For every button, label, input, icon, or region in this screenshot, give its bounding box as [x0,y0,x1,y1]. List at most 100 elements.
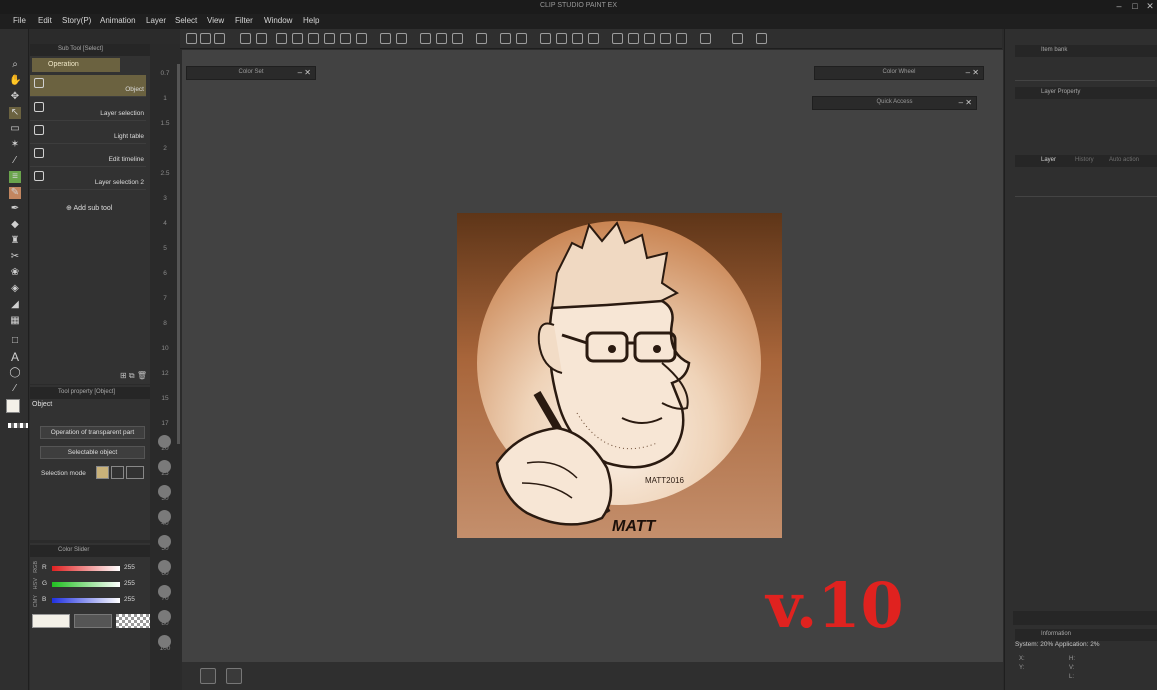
green-track[interactable] [52,582,120,587]
slider-red[interactable]: R 255 [40,564,150,574]
object-tool-icon[interactable]: ↖ [9,107,21,119]
settings-icon[interactable] [644,33,655,44]
brush-size-preview[interactable] [158,610,171,623]
zoom-level-label[interactable]: 4 [158,220,172,227]
undo-icon[interactable] [240,33,251,44]
zoom-out-icon[interactable] [556,33,567,44]
zoom-level-label[interactable]: 2.5 [158,170,172,177]
fill-icon[interactable] [308,33,319,44]
eraser-tool-icon[interactable]: ◆ [9,219,21,231]
fill-tool-icon[interactable]: ◈ [9,283,21,295]
move-tool-icon[interactable]: ✥ [9,91,21,103]
selectable-object-select[interactable]: Selectable object [40,446,145,459]
menu-view[interactable]: View [207,16,224,25]
pen-tool-icon[interactable]: ≡ [9,171,21,183]
new-file-icon[interactable] [186,33,197,44]
deselect-icon[interactable] [396,33,407,44]
menu-edit[interactable]: Edit [38,16,52,25]
auto-action-tab[interactable]: Auto action [1109,157,1139,163]
pen-pressure-icon[interactable] [420,33,431,44]
brush-icon[interactable] [756,33,767,44]
menu-animation[interactable]: Animation [100,16,136,25]
selection-tool-icon[interactable]: ▭ [9,123,21,135]
fit-icon[interactable] [572,33,583,44]
layer-bottom-toolbar[interactable] [1013,611,1157,625]
brush-size-preview[interactable] [158,460,171,473]
close-icon[interactable]: – ✕ [966,68,979,77]
merge-icon[interactable] [516,33,527,44]
color-mode-cmy-tab[interactable]: CMY [33,595,39,607]
snap-icon[interactable] [476,33,487,44]
scale-icon[interactable] [340,33,351,44]
brush-size-preview[interactable] [158,635,171,648]
brush-size-preview[interactable] [158,585,171,598]
subtool-group-tab[interactable]: Operation [32,58,120,72]
information-tab[interactable]: Information [1015,629,1157,641]
blue-track[interactable] [52,598,120,603]
zoom-level-label[interactable]: 1.5 [158,120,172,127]
rotate-icon[interactable] [356,33,367,44]
zoom-level-label[interactable]: 0.7 [158,70,172,77]
close-icon[interactable]: – ✕ [959,98,972,107]
slider-green[interactable]: G 255 [40,580,150,590]
navigator-icon[interactable] [628,33,639,44]
add-subtool-button[interactable]: ⊕ Add sub tool [66,204,112,212]
color-icon[interactable] [612,33,623,44]
subtool-item-object[interactable]: Object [30,75,146,97]
select-all-icon[interactable] [380,33,391,44]
brush-size-preview[interactable] [158,510,171,523]
brush-size-preview[interactable] [158,535,171,548]
brush-size-preview[interactable] [158,435,171,448]
panel-scrollbar[interactable] [177,64,180,444]
zoom-level-label[interactable]: 7 [158,295,172,302]
zoom-level-label[interactable]: 6 [158,270,172,277]
sub-drawing-color[interactable] [74,614,112,628]
subtool-item-layer-selection-2[interactable]: Layer selection 2 [30,168,146,190]
slider-blue[interactable]: B 255 [40,596,150,606]
brush-size-preview[interactable] [158,485,171,498]
brush-size-preview[interactable] [158,560,171,573]
zoom-level-label[interactable]: 1 [158,95,172,102]
figure-tool-icon[interactable]: ▦ [9,315,21,327]
menu-filter[interactable]: Filter [235,16,253,25]
pencil-tool-icon[interactable]: ✎ [9,187,21,199]
auto-select-tool-icon[interactable]: ✶ [9,139,21,151]
subtool-item-layer-selection[interactable]: Layer selection [30,99,146,121]
hand-tool-icon[interactable]: ✋ [9,75,21,87]
menu-story[interactable]: Story(P) [62,16,91,25]
red-track[interactable] [52,566,120,571]
maximize-icon[interactable]: □ [1128,1,1142,13]
balloon-tool-icon[interactable]: ◯ [9,367,21,379]
zoom-tool-icon[interactable]: ⌕ [9,59,21,71]
transparent-color[interactable] [116,614,150,628]
reference-icon[interactable] [732,33,743,44]
gradient-tool-icon[interactable]: ◢ [9,299,21,311]
layer-controls[interactable] [1015,169,1157,197]
subtool-item-edit-timeline[interactable]: Edit timeline [30,145,146,167]
item-bank-tab[interactable]: Item bank [1015,45,1157,57]
3d-icon[interactable] [700,33,711,44]
history-tab[interactable]: History [1075,157,1094,163]
text-tool-icon[interactable]: A [9,351,21,363]
zoom-ruler-strip[interactable]: 0.7 1 1.5 2 2.5 3 4 5 6 7 8 10 12 15 17 20 25 30 40 50 60 70 8… [150,44,180,690]
zoom-level-label[interactable]: 10 [158,345,172,352]
transparent-part-select[interactable]: Operation of transparent part [40,426,145,439]
frame-tool-icon[interactable]: □ [9,335,21,347]
navigator-icon[interactable] [226,668,242,684]
close-icon[interactable]: – ✕ [298,68,311,77]
item-bank-search[interactable] [1015,71,1155,81]
subtool-footer-icons[interactable]: ⊞ ⧉ 🗑 [120,371,147,381]
drawing-canvas[interactable]: MATT2016 MATT [457,213,782,538]
main-color-swatch[interactable] [6,399,20,413]
eyedropper-tool-icon[interactable]: ⁄ [9,155,21,167]
decoration-tool-icon[interactable]: ❀ [9,267,21,279]
redo-icon[interactable] [256,33,267,44]
zoom-level-label[interactable]: 15 [158,395,172,402]
color-mode-hsv-tab[interactable]: HSV [33,578,39,589]
subtool-item-light-table[interactable]: Light table [30,122,146,144]
brush-tool-icon[interactable]: ✒ [9,203,21,215]
transparent-color-swatch[interactable] [8,423,28,428]
selection-mode-add-button[interactable] [111,466,124,479]
ruler-icon[interactable] [452,33,463,44]
correct-line-tool-icon[interactable]: ⁄ [9,383,21,395]
